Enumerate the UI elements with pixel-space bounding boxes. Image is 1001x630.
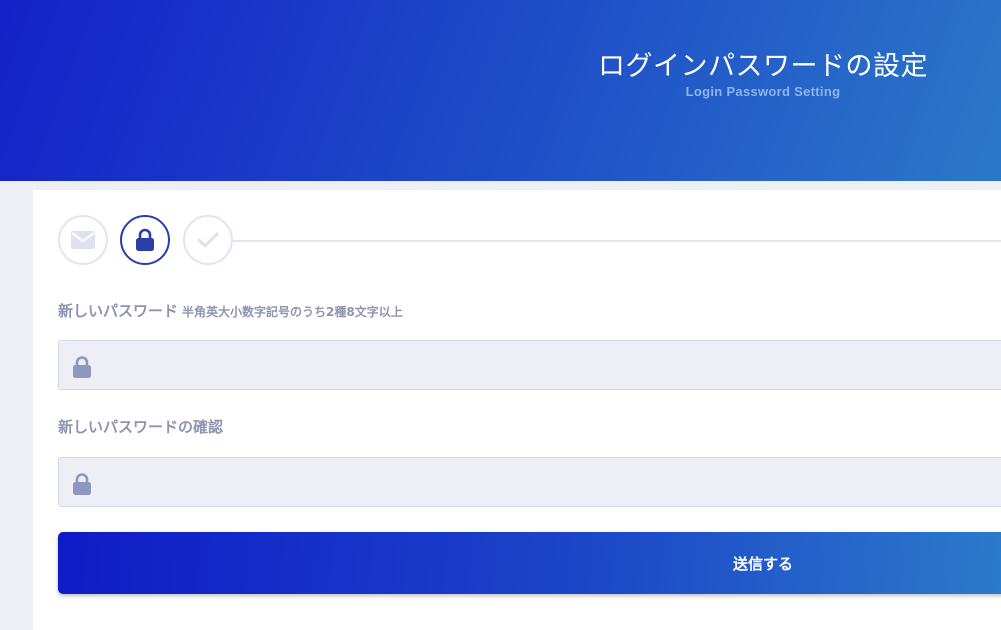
lock-icon (136, 228, 154, 251)
password-requirement-hint: 半角英大小数字記号のうち2種8文字以上 (182, 305, 403, 319)
step-password (120, 215, 170, 265)
submit-button[interactable]: 送信する (58, 532, 1001, 594)
lock-icon (73, 473, 91, 495)
new-password-field[interactable] (58, 340, 1001, 390)
page-subtitle: Login Password Setting (685, 84, 841, 99)
lock-icon (73, 356, 91, 378)
step-progress-line (200, 240, 1001, 242)
confirm-password-label-row: 新しいパスワードの確認 (58, 416, 223, 437)
new-password-input[interactable] (103, 341, 1001, 389)
confirm-password-field[interactable] (58, 457, 1001, 507)
confirm-password-label: 新しいパスワードの確認 (58, 418, 224, 436)
step-email (58, 215, 108, 265)
new-password-label: 新しいパスワード (58, 302, 179, 320)
page-title: ログインパスワードの設定 (598, 51, 928, 82)
submit-button-label: 送信する (732, 555, 793, 573)
page-header: ログインパスワードの設定 Login Password Setting (0, 0, 1001, 181)
step-complete (183, 215, 233, 265)
new-password-label-row: 新しいパスワード 半角英大小数字記号のうち2種8文字以上 (58, 300, 403, 321)
check-icon (197, 232, 219, 248)
envelope-icon (71, 231, 95, 249)
confirm-password-input[interactable] (103, 458, 1001, 506)
